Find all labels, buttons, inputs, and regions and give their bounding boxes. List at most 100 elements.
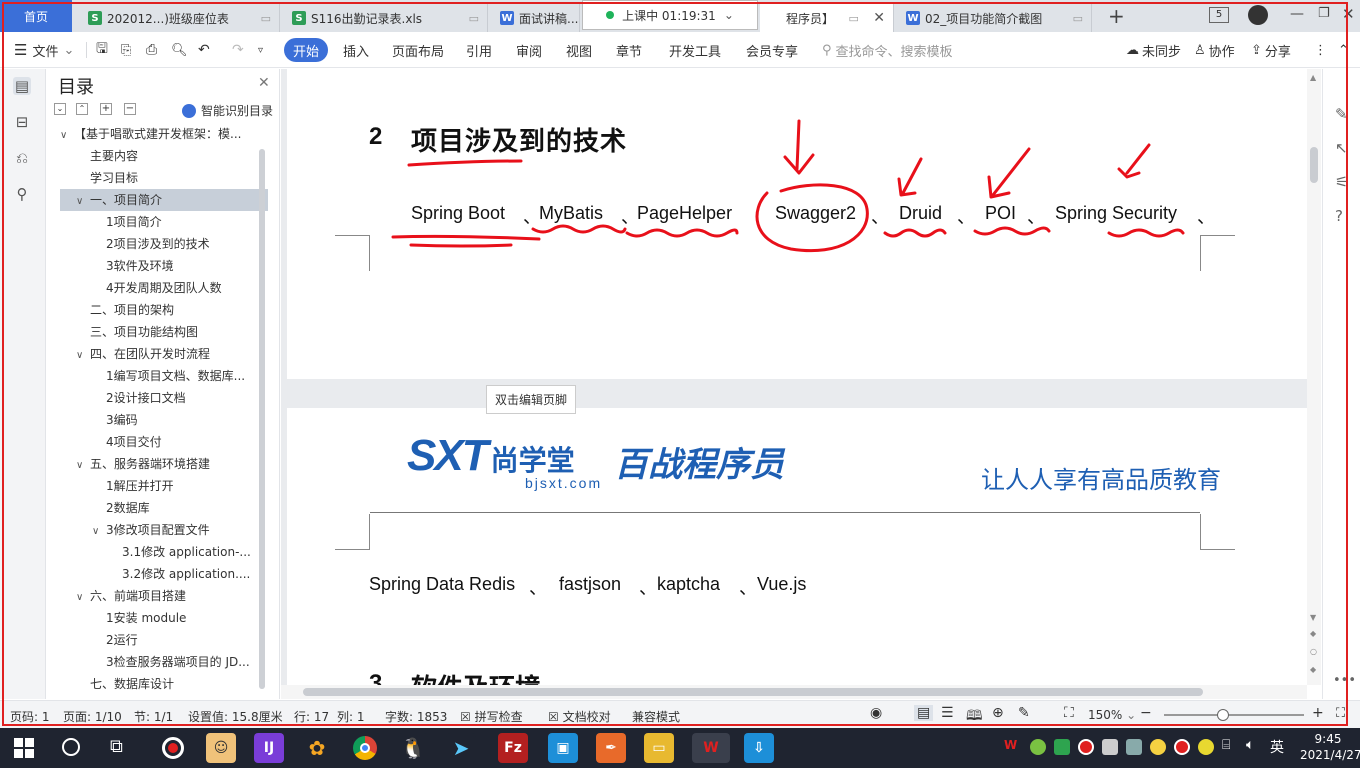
toc-item[interactable]: 主要内容 (60, 145, 268, 167)
toc-item[interactable]: 4项目交付 (60, 431, 268, 453)
toc-item[interactable]: 2设计接口文档 (60, 387, 268, 409)
add-heading-icon[interactable]: + (100, 103, 112, 115)
toc-item[interactable]: ∨ 一、项目简介 (60, 189, 268, 211)
minimize-icon[interactable]: — (1290, 6, 1304, 22)
filezilla-icon[interactable]: Fz (498, 733, 528, 763)
toc-item[interactable]: 学习目标 (60, 167, 268, 189)
intellij-icon[interactable]: IJ (254, 733, 284, 763)
zoom-select[interactable]: 150% ⌄ (1088, 708, 1136, 722)
qq-icon[interactable]: 🐧 (398, 733, 428, 763)
reading-view-icon[interactable]: 🕮 (966, 705, 983, 729)
web-view-icon[interactable]: ⊕ (992, 705, 1004, 721)
volume-icon[interactable]: 🔈︎ (1246, 737, 1254, 753)
tab-member[interactable]: 会员专享 (746, 32, 798, 68)
sync-status[interactable]: ☁ 未同步 (1126, 32, 1181, 68)
chevron-down-icon[interactable]: ∨ (92, 521, 106, 541)
export-icon[interactable]: ⎘ (121, 32, 131, 68)
remove-heading-icon[interactable]: − (124, 103, 136, 115)
status-pages[interactable]: 页面: 1/10 (63, 708, 122, 725)
chevron-down-icon[interactable]: ▿ (258, 32, 263, 68)
fit-page-icon[interactable]: ⛶ (1064, 705, 1074, 721)
print-preview-icon[interactable]: 🔍︎ (171, 32, 188, 68)
toc-item[interactable]: 三、项目功能结构图 (60, 321, 268, 343)
vertical-scroll-thumb[interactable] (1310, 147, 1318, 183)
status-setting[interactable]: 设置值: 15.8厘米 (188, 708, 283, 725)
settings-sliders-icon[interactable]: ⚟ (1335, 173, 1348, 191)
tab-developer[interactable]: 开发工具 (669, 32, 721, 68)
ime-indicator[interactable]: 英 (1270, 737, 1284, 757)
tray-icon[interactable] (1102, 739, 1118, 755)
pen-icon[interactable]: ✎ (1335, 105, 1348, 123)
command-search[interactable]: ⚲ 查找命令、搜索模板 (822, 32, 953, 68)
window-close-icon[interactable]: ✕ (1342, 5, 1355, 23)
more-icon[interactable]: ••• (1333, 673, 1356, 688)
colorful-app-icon[interactable]: ✿ (302, 733, 332, 763)
collapse-ribbon-icon[interactable]: ⌃ (1338, 32, 1349, 68)
next-page-icon[interactable]: ◆ (1310, 665, 1316, 674)
wps-tray-icon[interactable]: W (1004, 738, 1017, 752)
toc-item[interactable]: 二、项目的架构 (60, 299, 268, 321)
tab-start[interactable]: 开始 (284, 38, 329, 62)
chevron-down-icon[interactable]: ∨ (76, 587, 90, 607)
close-icon[interactable]: ✕ (258, 75, 270, 91)
chevron-down-icon[interactable]: ∨ (76, 455, 90, 475)
network-app-icon[interactable]: ⇩ (744, 733, 774, 763)
spell-check-button[interactable]: ☒ 拼写检查 (460, 708, 523, 725)
status-section[interactable]: 节: 1/1 (134, 708, 173, 725)
tray-icon[interactable] (1174, 739, 1190, 755)
recording-tray-icon[interactable] (1078, 739, 1094, 755)
live-class-indicator[interactable]: 上课中 01:19:31 ⌄ (582, 0, 758, 30)
collapse-all-icon[interactable]: ⌄ (54, 103, 66, 115)
tray-icon[interactable] (1054, 739, 1070, 755)
tab-review[interactable]: 审阅 (516, 32, 542, 68)
tab-chapter[interactable]: 章节 (616, 32, 642, 68)
horizontal-scrollbar[interactable] (281, 685, 1307, 699)
toc-item[interactable]: 1安装 module (60, 607, 268, 629)
zoom-in-icon[interactable]: + (1312, 705, 1324, 721)
avatar-app-icon[interactable]: ☺ (206, 733, 236, 763)
zoom-slider[interactable] (1164, 709, 1304, 721)
redo-icon[interactable]: ↷ (232, 32, 244, 68)
toc-item[interactable]: 1编写项目文档、数据库... (60, 365, 268, 387)
bookmark-icon[interactable]: ⎌ (13, 149, 31, 167)
toc-scroll-thumb[interactable] (259, 149, 265, 689)
chevron-down-icon[interactable]: ∨ (76, 191, 90, 211)
tab-home[interactable]: 首页 (0, 0, 72, 32)
collab-button[interactable]: ♙ 协作 (1194, 32, 1235, 68)
fullscreen-icon[interactable]: ⛶ (1336, 706, 1345, 721)
windows-start-icon[interactable] (14, 738, 34, 758)
screen-app-icon[interactable]: ▣ (548, 733, 578, 763)
toc-item[interactable]: 1项目简介 (60, 211, 268, 233)
chapter-icon[interactable]: ⊟ (13, 113, 31, 131)
tab-attendance[interactable]: S S116出勤记录表.xls ▭ (284, 4, 488, 32)
zoom-out-icon[interactable]: − (1140, 705, 1152, 721)
toc-item[interactable]: ∨ 五、服务器端环境搭建 (60, 453, 268, 475)
tab-page-layout[interactable]: 页面布局 (392, 32, 444, 68)
print-icon[interactable]: ⎙ (146, 32, 157, 68)
tab-view[interactable]: 视图 (566, 32, 592, 68)
tray-icon[interactable] (1030, 739, 1046, 755)
tab-interview-script[interactable]: W 面试讲稿...程 (492, 4, 580, 32)
search-icon[interactable] (62, 738, 80, 756)
file-menu[interactable]: ☰ 文件 ⌄ (14, 32, 74, 68)
tray-icon[interactable] (1198, 739, 1214, 755)
horizontal-scroll-thumb[interactable] (303, 688, 1203, 696)
toc-item[interactable]: 3.1修改 application-... (60, 541, 268, 563)
new-tab-icon[interactable]: + (1108, 4, 1125, 28)
write-view-icon[interactable]: ✎ (1018, 705, 1030, 721)
toc-item[interactable]: ∨ 【基于唱歌式建开发框架：模... (60, 123, 268, 145)
toc-item[interactable]: ∨ 四、在团队开发时流程 (60, 343, 268, 365)
proofread-button[interactable]: ☒ 文档校对 (548, 708, 611, 725)
tab-current-doc[interactable]: 程序员】 ▭ ✕ (760, 4, 894, 32)
restore-icon[interactable]: ❐ (1318, 6, 1330, 21)
save-icon[interactable]: 🖫 (96, 32, 108, 68)
toc-item[interactable]: 4开发周期及团队人数 (60, 277, 268, 299)
tray-icon[interactable] (1126, 739, 1142, 755)
zoom-slider-thumb[interactable] (1216, 709, 1229, 721)
toc-item[interactable]: 2运行 (60, 629, 268, 651)
tray-icon[interactable] (1150, 739, 1166, 755)
select-browse-icon[interactable]: ○ (1310, 647, 1317, 656)
toc-item[interactable]: 七、数据库设计 (60, 673, 268, 695)
toc-item[interactable]: 2数据库 (60, 497, 268, 519)
status-word-count[interactable]: 字数: 1853 (385, 708, 447, 725)
